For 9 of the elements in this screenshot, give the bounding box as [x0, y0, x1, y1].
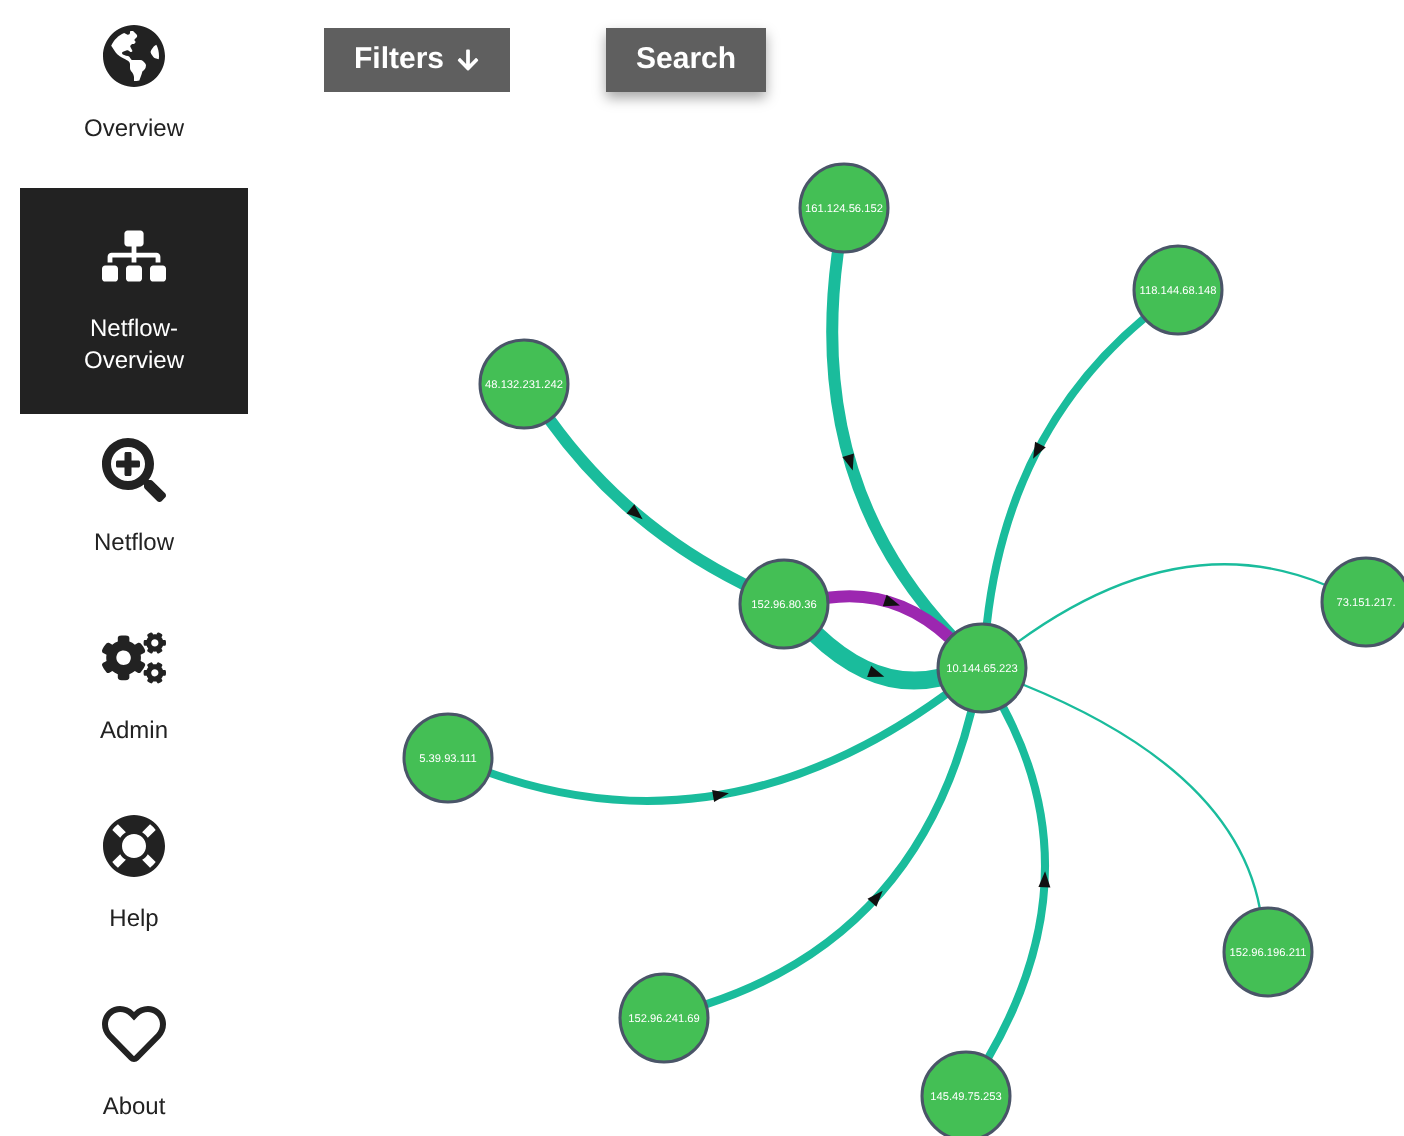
toolbar-button[interactable]: Search: [606, 28, 767, 92]
toolbar-button[interactable]: Filters: [324, 28, 511, 92]
sitemap-icon: [102, 224, 166, 288]
heart-icon: [102, 1002, 166, 1066]
zoom-in-icon: [102, 438, 166, 502]
sidebar-item[interactable]: Netflow-Overview: [20, 188, 248, 414]
arrow-down-icon: [456, 48, 481, 72]
lifebuoy-icon: [102, 814, 166, 878]
globe-icon: [102, 24, 166, 88]
